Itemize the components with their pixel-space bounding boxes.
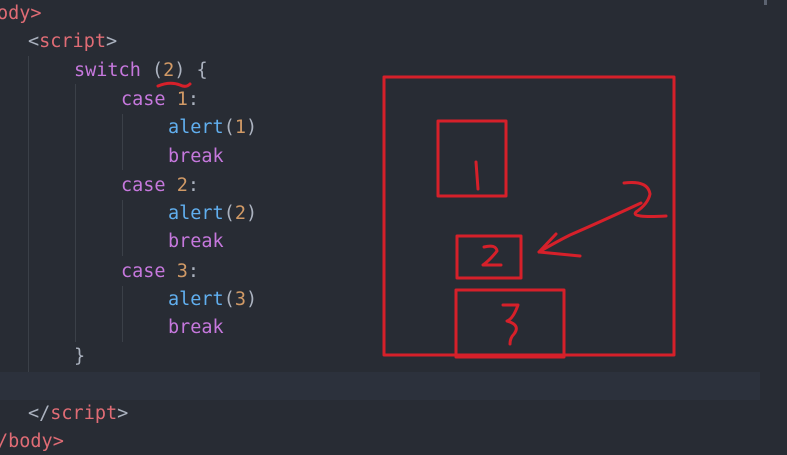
code-editor[interactable]: ody> <script> switch (2) { case 1: alert… — [0, 0, 787, 455]
outer-container-box — [382, 75, 676, 357]
box-two — [455, 234, 523, 280]
box-three-label-stroke — [501, 303, 520, 346]
arrow-head — [537, 232, 582, 258]
box-one-label-stroke — [474, 160, 480, 191]
handwritten-annotations — [156, 75, 676, 359]
box-one — [436, 119, 508, 198]
arrow-shaft — [537, 201, 643, 254]
arrow-label-stroke — [622, 181, 668, 218]
value-underline-mark — [156, 81, 192, 88]
box-two-label-stroke — [481, 244, 503, 267]
